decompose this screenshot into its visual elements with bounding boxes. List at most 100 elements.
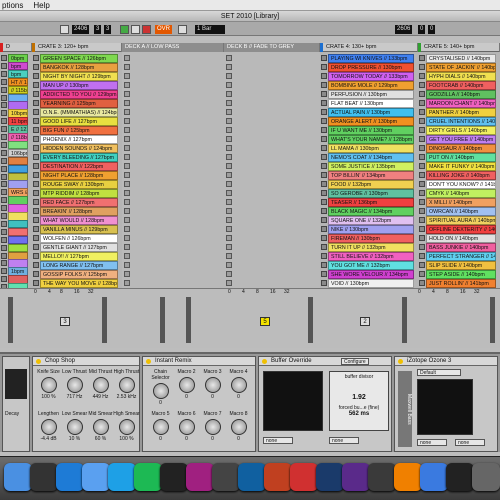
mapping-select[interactable]: none bbox=[329, 437, 359, 444]
empty-clip-slot[interactable] bbox=[226, 244, 232, 250]
safari-icon[interactable] bbox=[420, 463, 448, 491]
mapping-select[interactable]: none bbox=[455, 439, 485, 446]
clip-slot[interactable]: SHE WORE VELOUR // 134bpm bbox=[328, 270, 414, 279]
clip-launch-button[interactable] bbox=[33, 136, 39, 142]
clip-slot[interactable]: THE WAY YOU MOVE // 128bpm bbox=[40, 279, 118, 288]
clip-launch-button[interactable] bbox=[419, 127, 425, 133]
clip-slot[interactable]: GENTLE GIANT // 127bpm bbox=[40, 243, 118, 252]
clip-launch-button[interactable] bbox=[321, 64, 327, 70]
clip-launch-button[interactable] bbox=[419, 271, 425, 277]
empty-clip-slot[interactable] bbox=[226, 100, 232, 106]
volume-fader[interactable] bbox=[160, 297, 165, 343]
final-cut-icon[interactable] bbox=[368, 463, 396, 491]
track-number-button[interactable]: 5 bbox=[260, 317, 270, 326]
clip-launch-button[interactable] bbox=[419, 55, 425, 61]
empty-clip-slot[interactable] bbox=[124, 163, 130, 169]
clip-slot[interactable]: FOOD // 132bpm bbox=[328, 180, 414, 189]
macro-knob[interactable]: Low Smear 10 % bbox=[61, 411, 88, 451]
clip-launch-button[interactable] bbox=[1, 86, 7, 93]
clip-launch-button[interactable] bbox=[321, 280, 327, 286]
volume-fader[interactable] bbox=[402, 297, 407, 343]
clip-launch-button[interactable] bbox=[33, 208, 39, 214]
clip-launch-button[interactable] bbox=[419, 208, 425, 214]
clip-launch-button[interactable] bbox=[419, 235, 425, 241]
empty-clip-slot[interactable] bbox=[124, 181, 130, 187]
empty-clip-slot[interactable] bbox=[124, 226, 130, 232]
clip-launch-button[interactable] bbox=[1, 173, 7, 180]
clip-slot[interactable]: X MILLI // 140bpm bbox=[426, 198, 496, 207]
clip-launch-button[interactable] bbox=[1, 110, 7, 117]
clip-launch-button[interactable] bbox=[33, 100, 39, 106]
clip-slot[interactable]: KILLING JOKE // 140bpm bbox=[426, 171, 496, 180]
empty-clip-slot[interactable] bbox=[226, 82, 232, 88]
track-header-deck-b[interactable]: DECK B // FADE TO GREY bbox=[224, 43, 320, 52]
empty-clip-slot[interactable] bbox=[124, 91, 130, 97]
clip-launch-button[interactable] bbox=[321, 172, 327, 178]
clip-launch-button[interactable] bbox=[321, 154, 327, 160]
track-header-crate4[interactable]: CRATE 4: 130+ bpm bbox=[320, 43, 418, 52]
knob-dial[interactable] bbox=[178, 377, 195, 393]
clip-slot[interactable]: MELLO!! // 127bpm bbox=[40, 252, 118, 261]
clip-launch-button[interactable] bbox=[1, 276, 7, 283]
clip-slot[interactable]: MAN UP // 130bpm bbox=[40, 81, 118, 90]
knob-dial[interactable] bbox=[204, 377, 221, 393]
clip-launch-button[interactable] bbox=[1, 268, 7, 275]
empty-clip-slot[interactable] bbox=[124, 271, 130, 277]
clip-launch-button[interactable] bbox=[33, 253, 39, 259]
clip-launch-button[interactable] bbox=[33, 82, 39, 88]
clip-slot[interactable]: WHAT WOULD // 128bpm bbox=[40, 216, 118, 225]
configure-button[interactable]: Configure bbox=[341, 358, 369, 365]
clip-slot[interactable]: CMYK // 140bpm bbox=[426, 189, 496, 198]
empty-clip-slot[interactable] bbox=[124, 172, 130, 178]
clip-slot[interactable]: HIDDEN SOUNDS // 124bpm bbox=[40, 144, 118, 153]
clip-launch-button[interactable] bbox=[321, 82, 327, 88]
clip-slot[interactable]: DIRTY GIRLS // 140bpm bbox=[426, 126, 496, 135]
position-sixteenth[interactable]: 0 bbox=[428, 25, 436, 34]
clip-slot[interactable]: DINOSAUR // 140bpm bbox=[426, 144, 496, 153]
clip-launch-button[interactable] bbox=[321, 109, 327, 115]
clip-launch-button[interactable] bbox=[419, 172, 425, 178]
empty-clip-slot[interactable] bbox=[226, 253, 232, 259]
empty-clip-slot[interactable] bbox=[226, 136, 232, 142]
clip-launch-button[interactable] bbox=[419, 253, 425, 259]
clip-launch-button[interactable] bbox=[33, 55, 39, 61]
clip-launch-button[interactable] bbox=[419, 163, 425, 169]
novation-icon[interactable] bbox=[212, 463, 240, 491]
clip-slot[interactable]: MTP RIDDIM // 128bpm bbox=[40, 189, 118, 198]
clip-launch-button[interactable] bbox=[321, 91, 327, 97]
automap-icon[interactable] bbox=[186, 463, 214, 491]
clip-launch-button[interactable] bbox=[1, 213, 7, 219]
clip-slot[interactable]: GODZILLA // 140bpm bbox=[426, 90, 496, 99]
clip-launch-button[interactable] bbox=[33, 271, 39, 277]
bpm-display[interactable]: 2406 bbox=[72, 25, 90, 34]
empty-clip-slot[interactable] bbox=[124, 262, 130, 268]
clip-launch-button[interactable] bbox=[1, 149, 7, 156]
clip-launch-button[interactable] bbox=[1, 141, 7, 148]
clip-slot[interactable]: TOMORROW TODAY // 133bpm bbox=[328, 72, 414, 81]
clip-launch-button[interactable] bbox=[1, 189, 7, 196]
clip-slot[interactable]: FLAT BEAT // 130bpm bbox=[328, 99, 414, 108]
clip-launch-button[interactable] bbox=[321, 262, 327, 268]
clip-slot[interactable]: ORANGE ALERT // 130bpm bbox=[328, 117, 414, 126]
empty-clip-slot[interactable] bbox=[124, 73, 130, 79]
clip-launch-button[interactable] bbox=[321, 73, 327, 79]
volume-fader[interactable] bbox=[308, 297, 313, 343]
empty-clip-slot[interactable] bbox=[124, 235, 130, 241]
empty-clip-slot[interactable] bbox=[226, 226, 232, 232]
empty-clip-slot[interactable] bbox=[226, 163, 232, 169]
clip-launch-button[interactable] bbox=[1, 55, 7, 61]
knob-dial[interactable] bbox=[152, 419, 169, 435]
clip-launch-button[interactable] bbox=[419, 82, 425, 88]
itunes-icon[interactable] bbox=[82, 463, 110, 491]
clip-slot[interactable]: SO GEROBE // 130bpm bbox=[328, 189, 414, 198]
empty-clip-slot[interactable] bbox=[226, 280, 232, 286]
clip-slot[interactable]: DESTINATION // 122bpm bbox=[40, 162, 118, 171]
volume-fader[interactable] bbox=[186, 297, 191, 343]
clip-slot[interactable]: GREEN SPACE // 126bpm bbox=[40, 54, 118, 63]
track-header-deck-a[interactable]: DECK A // LOW PASS bbox=[122, 43, 224, 52]
device-title[interactable]: Buffer Override bbox=[259, 357, 391, 366]
clip-launch-button[interactable] bbox=[419, 109, 425, 115]
clip-slot[interactable]: NIKE // 130bpm bbox=[328, 225, 414, 234]
empty-clip-slot[interactable] bbox=[124, 190, 130, 196]
track-header-d[interactable]: D bbox=[0, 43, 32, 52]
